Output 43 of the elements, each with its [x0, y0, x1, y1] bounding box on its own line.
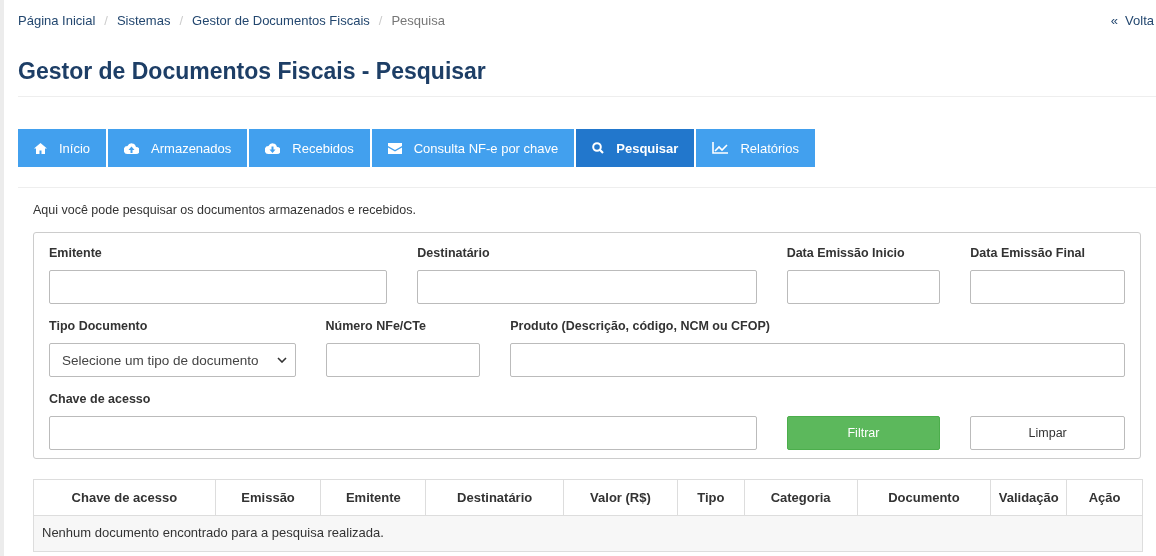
breadcrumb-current: Pesquisa: [391, 12, 445, 28]
input-field[interactable]: [325, 343, 481, 377]
nav-tab[interactable]: Armazenados: [108, 129, 248, 167]
envelope-icon: [387, 142, 402, 154]
field-label: Produto (Descrição, código, NCM ou CFOP): [510, 318, 771, 335]
field-label: Destinatário: [417, 245, 491, 262]
field-label: Data Emissão Final: [970, 245, 1086, 262]
clear-button[interactable]: Limpar: [970, 416, 1125, 450]
filter-button[interactable]: Filtrar: [786, 416, 941, 450]
document-type-select[interactable]: Selecione um tipo de documento: [49, 343, 296, 377]
nav-tab[interactable]: Pesquisar: [576, 129, 695, 167]
breadcrumb-separator: /: [179, 12, 184, 28]
line-chart-icon: [712, 142, 729, 154]
chevron-down-icon: [276, 357, 287, 363]
breadcrumb-separator: /: [378, 12, 383, 28]
field-label: Chave de acesso: [49, 391, 152, 408]
page-title: Gestor de Documentos Fiscais - Pesquisar: [18, 40, 1156, 97]
nav-tab[interactable]: Consulta NF-e por chave: [371, 129, 575, 167]
input-field[interactable]: [49, 270, 388, 304]
input-field[interactable]: [786, 270, 941, 304]
input-field[interactable]: [510, 343, 1125, 377]
search-icon: [592, 142, 605, 154]
home-icon: [34, 142, 47, 154]
nav-tab[interactable]: Relatórios: [696, 129, 815, 167]
nav-tab[interactable]: Início: [18, 129, 107, 167]
empty-message: Nenhum documento encontrado para a pesquisa realizada.: [34, 515, 1142, 551]
nav-tab[interactable]: Recebidos: [249, 129, 370, 167]
field-label: Data Emissão Inicio: [786, 245, 906, 262]
breadcrumb-link[interactable]: Página Inicial: [18, 12, 96, 28]
column-header: Ação: [1087, 489, 1122, 507]
input-field[interactable]: [970, 270, 1125, 304]
back-link[interactable]: « Volta: [1110, 12, 1154, 28]
input-field[interactable]: [417, 270, 757, 304]
breadcrumb-link[interactable]: Sistemas: [116, 12, 171, 28]
input-field[interactable]: [49, 416, 757, 450]
cloud-download-icon: [265, 142, 281, 154]
field-label: Número NFe/CTe: [325, 318, 427, 335]
breadcrumb-separator: /: [104, 12, 108, 28]
field-label: Emitente: [49, 245, 103, 262]
field-label: Tipo Documento: [49, 318, 149, 335]
cloud-upload-icon: [124, 142, 140, 154]
breadcrumb-link[interactable]: Gestor de Documentos Fiscais: [192, 12, 370, 28]
intro-text: Aqui você pode pesquisar os documentos armazenados e recebidos.: [33, 203, 417, 219]
